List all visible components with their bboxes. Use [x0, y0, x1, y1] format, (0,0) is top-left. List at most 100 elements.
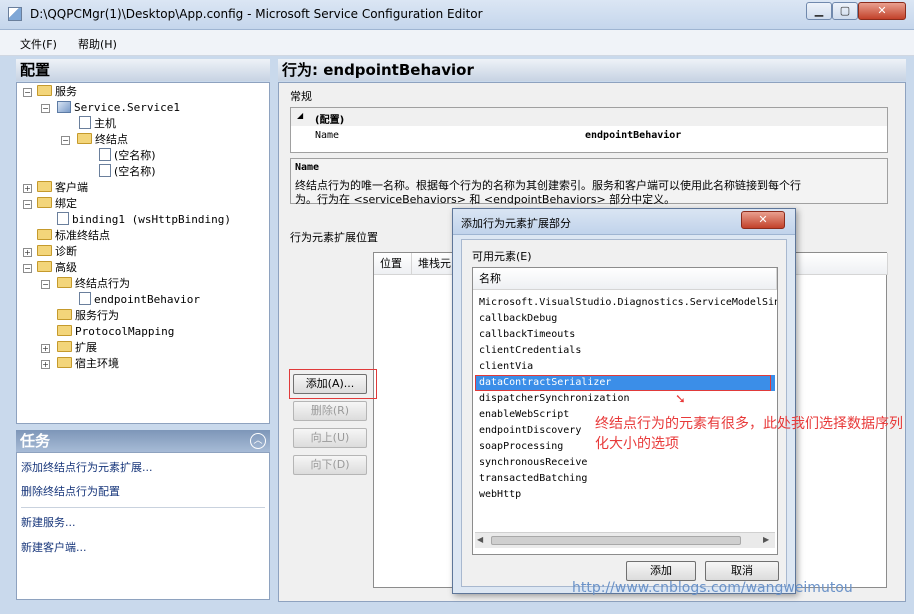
available-elements-list[interactable]: 名称 Microsoft.VisualStudio.Diagnostics.Se…: [472, 267, 778, 555]
tree-item-bindings[interactable]: 绑定: [37, 196, 77, 212]
description-box: Name 终结点行为的唯一名称。根据每个行为的名称为其创建索引。服务和客户端可以…: [290, 158, 888, 206]
dialog-add-button[interactable]: 添加: [626, 561, 696, 581]
expand-icon[interactable]: +: [41, 344, 50, 353]
minimize-button[interactable]: ▁: [806, 2, 832, 20]
expand-icon[interactable]: −: [23, 200, 32, 209]
expand-icon[interactable]: +: [23, 248, 32, 257]
tree-item-service-behaviors[interactable]: 服务行为: [57, 308, 119, 324]
page-title: 行为: endpointBehavior: [278, 59, 906, 81]
tree-item-extensions[interactable]: 扩展: [57, 340, 97, 356]
horizontal-scrollbar[interactable]: ◀ ▶: [475, 532, 775, 548]
folder-icon: [57, 325, 72, 336]
expand-icon[interactable]: −: [23, 264, 32, 273]
folder-icon: [37, 261, 52, 272]
tree-item-endpoint-behaviors[interactable]: 终结点行为: [57, 276, 130, 292]
config-tree[interactable]: − 服务 − Service.Service1 主机 − 终结点 (空名称) (…: [16, 82, 270, 424]
list-item[interactable]: soapProcessing: [479, 439, 563, 455]
dialog-body: 可用元素(E) 名称 Microsoft.VisualStudio.Diagno…: [461, 239, 787, 587]
list-item[interactable]: clientVia: [479, 359, 533, 375]
dialog-cancel-button[interactable]: 取消: [705, 561, 779, 581]
list-item[interactable]: webHttp: [479, 487, 521, 503]
expand-icon[interactable]: +: [23, 184, 32, 193]
folder-icon: [57, 309, 72, 320]
tree-item-standard-endpoints[interactable]: 标准终结点: [37, 228, 110, 244]
folder-icon: [37, 229, 52, 240]
folder-icon: [37, 197, 52, 208]
list-item[interactable]: synchronousReceive: [479, 455, 587, 471]
remove-button[interactable]: 删除(R): [293, 401, 367, 421]
task-new-service[interactable]: 新建服务...: [21, 514, 76, 530]
service-icon: [57, 101, 71, 113]
endpoint-icon: [99, 148, 111, 161]
divider: [21, 507, 265, 508]
expand-icon[interactable]: −: [23, 88, 32, 97]
extension-position-label: 行为元素扩展位置: [290, 231, 378, 244]
title-bar: D:\QQPCMgr(1)\Desktop\App.config - Micro…: [0, 0, 914, 30]
behavior-icon: [79, 292, 91, 305]
menu-file[interactable]: 文件(F): [20, 36, 57, 52]
add-extension-dialog: 添加行为元素扩展部分 ✕ 可用元素(E) 名称 Microsoft.Visual…: [452, 208, 796, 594]
window-title: D:\QQPCMgr(1)\Desktop\App.config - Micro…: [30, 7, 483, 21]
available-elements-label: 可用元素(E): [472, 250, 532, 263]
collapse-triangle-icon[interactable]: ◢: [297, 111, 303, 120]
column-header-name[interactable]: 名称: [473, 268, 777, 290]
close-button[interactable]: ✕: [858, 2, 906, 20]
highlight-box: [475, 375, 771, 391]
tasks-header: 任务: [16, 430, 270, 452]
list-item[interactable]: dispatcherSynchronization: [479, 391, 630, 407]
expand-icon[interactable]: −: [61, 136, 70, 145]
scroll-thumb[interactable]: [491, 536, 741, 545]
property-name-label: Name: [315, 130, 340, 141]
collapse-icon[interactable]: ︿: [250, 433, 266, 449]
list-item[interactable]: endpointDiscovery: [479, 423, 581, 439]
description-title: Name: [295, 162, 320, 173]
dialog-title: 添加行为元素扩展部分: [461, 217, 571, 230]
tree-item-endpoint[interactable]: (空名称): [99, 164, 156, 180]
list-item[interactable]: enableWebScript: [479, 407, 569, 423]
move-up-button[interactable]: 向上(U): [293, 428, 367, 448]
general-section-label: 常规: [290, 90, 312, 103]
tree-item-protocol-mapping[interactable]: ProtocolMapping: [57, 324, 174, 340]
scroll-left-icon[interactable]: ◀: [477, 535, 483, 544]
expand-icon[interactable]: +: [41, 360, 50, 369]
tree-item-diagnostics[interactable]: 诊断: [37, 244, 77, 260]
property-grid[interactable]: ◢ (配置) Name endpointBehavior: [290, 107, 888, 153]
description-text: 为。行为在 <serviceBehaviors> 和 <endpointBeha…: [295, 193, 676, 206]
property-name-value[interactable]: endpointBehavior: [585, 130, 681, 141]
move-down-button[interactable]: 向下(D): [293, 455, 367, 475]
binding-icon: [57, 212, 69, 225]
dialog-close-button[interactable]: ✕: [741, 211, 785, 229]
task-delete-behavior[interactable]: 删除终结点行为配置: [21, 483, 120, 499]
tree-item-binding1[interactable]: binding1 (wsHttpBinding): [57, 212, 231, 228]
list-item[interactable]: callbackDebug: [479, 311, 557, 327]
column-header-position[interactable]: 位置: [374, 253, 412, 275]
list-item[interactable]: Microsoft.VisualStudio.Diagnostics.Servi…: [479, 295, 777, 311]
tree-item-endpoint-behavior[interactable]: endpointBehavior: [79, 292, 200, 308]
folder-icon: [37, 181, 52, 192]
tree-item-services[interactable]: 服务: [37, 84, 77, 100]
folder-icon: [57, 357, 72, 368]
scroll-right-icon[interactable]: ▶: [763, 535, 769, 544]
tree-item-advanced[interactable]: 高级: [37, 260, 77, 276]
tree-item-hosting-environment[interactable]: 宿主环境: [57, 356, 119, 372]
tree-item-service1[interactable]: Service.Service1: [57, 100, 180, 116]
add-button[interactable]: 添加(A)...: [293, 374, 367, 394]
maximize-button[interactable]: ▢: [832, 2, 858, 20]
arrow-icon: ➘: [675, 392, 686, 407]
task-new-client[interactable]: 新建客户端...: [21, 539, 87, 555]
expand-icon[interactable]: −: [41, 104, 50, 113]
tree-item-clients[interactable]: 客户端: [37, 180, 88, 196]
folder-icon: [77, 133, 92, 144]
tree-item-endpoint[interactable]: (空名称): [99, 148, 156, 164]
list-item[interactable]: clientCredentials: [479, 343, 581, 359]
tree-item-endpoints[interactable]: 终结点: [77, 132, 128, 148]
folder-icon: [57, 341, 72, 352]
tasks-panel: 添加终结点行为元素扩展... 删除终结点行为配置 新建服务... 新建客户端..…: [16, 452, 270, 600]
task-add-extension[interactable]: 添加终结点行为元素扩展...: [21, 459, 153, 475]
tree-item-host[interactable]: 主机: [79, 116, 116, 132]
list-item[interactable]: callbackTimeouts: [479, 327, 575, 343]
menu-help[interactable]: 帮助(H): [78, 36, 117, 52]
expand-icon[interactable]: −: [41, 280, 50, 289]
property-category: ◢ (配置): [291, 108, 887, 126]
list-item[interactable]: transactedBatching: [479, 471, 587, 487]
